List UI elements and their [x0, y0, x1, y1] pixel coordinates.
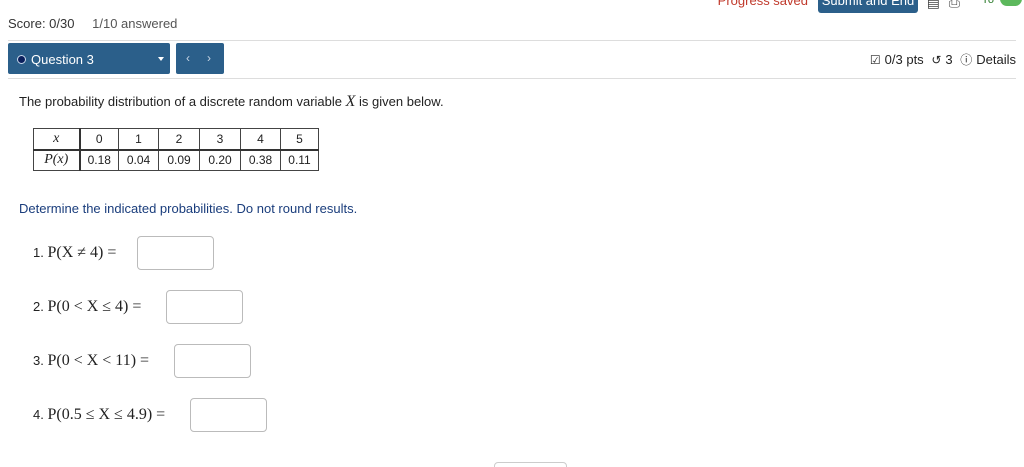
toggle-label: Yo	[981, 0, 994, 6]
answer-input-4[interactable]	[190, 398, 267, 432]
table-cell: 1	[118, 128, 159, 151]
question-meta: ☑ 0/3 pts ↺ 3 ⓘ Details	[866, 51, 1016, 68]
question-prompt: The probability distribution of a discre…	[19, 93, 444, 110]
row-header-x: x	[33, 128, 81, 151]
question-item-2: 2. P(0 < X ≤ 4) =	[33, 298, 142, 315]
status-dot-icon	[17, 55, 26, 64]
submit-and-end-button[interactable]: Submit and End	[818, 0, 918, 13]
divider	[8, 78, 1016, 79]
bottom-button-stub[interactable]	[494, 462, 567, 467]
table-row: x 0 1 2 3 4 5	[33, 128, 319, 151]
chevron-down-icon	[158, 57, 164, 61]
answered-count: 1/10 answered	[92, 16, 178, 31]
answer-input-3[interactable]	[174, 344, 251, 378]
toggle-switch[interactable]	[1000, 0, 1022, 6]
question-item-3: 3. P(0 < X < 11) =	[33, 352, 150, 369]
checkbox-icon: ☑	[869, 53, 881, 67]
question-nav-buttons: ‹ ›	[176, 43, 224, 74]
table-cell: 0.04	[118, 149, 159, 171]
previous-question-button[interactable]: ‹	[186, 51, 190, 65]
question-expression: P(0.5 ≤ X ≤ 4.9) =	[47, 406, 166, 423]
top-toolbar: Progress saved Submit and End ▤ ⎙ Yo	[0, 0, 1024, 14]
table-cell: 5	[280, 128, 319, 151]
score-line: Score: 0/30 1/10 answered	[8, 16, 177, 31]
table-cell: 0	[79, 128, 119, 151]
retry-icon: ↺	[931, 53, 942, 67]
next-question-button[interactable]: ›	[207, 51, 211, 65]
table-row: P(x) 0.18 0.04 0.09 0.20 0.38 0.11	[33, 149, 319, 171]
question-select[interactable]: Question 3	[8, 43, 170, 74]
table-cell: 3	[199, 128, 241, 151]
answer-input-1[interactable]	[137, 236, 214, 270]
table-cell: 0.20	[199, 149, 241, 171]
table-cell: 4	[240, 128, 281, 151]
row-header-px: P(x)	[33, 149, 81, 171]
question-expression: P(0 < X < 11) =	[47, 352, 150, 369]
probability-table: x 0 1 2 3 4 5 P(x) 0.18 0.04 0.09 0.20 0…	[33, 128, 319, 171]
answer-input-2[interactable]	[166, 290, 243, 324]
table-cell: 2	[158, 128, 200, 151]
question-expression: P(0 < X ≤ 4) =	[47, 298, 142, 315]
instruction-text: Determine the indicated probabilities. D…	[19, 201, 358, 216]
info-icon[interactable]: ⓘ	[960, 51, 972, 68]
question-item-1: 1. P(X ≠ 4) =	[33, 244, 117, 261]
table-cell: 0.38	[240, 149, 281, 171]
table-cell: 0.18	[79, 149, 119, 171]
question-expression: P(X ≠ 4) =	[47, 244, 117, 261]
question-select-label: Question 3	[31, 52, 94, 67]
table-cell: 0.11	[280, 149, 319, 171]
document-icon[interactable]: ▤	[927, 0, 940, 11]
score-text: Score: 0/30	[8, 16, 75, 31]
progress-saved-status: Progress saved	[717, 0, 808, 8]
question-item-4: 4. P(0.5 ≤ X ≤ 4.9) =	[33, 406, 166, 423]
details-link[interactable]: Details	[976, 52, 1016, 67]
points-text: 0/3 pts	[884, 52, 924, 67]
divider	[8, 40, 1016, 41]
print-icon[interactable]: ⎙	[949, 0, 960, 11]
attempts-text: 3	[945, 52, 953, 67]
table-cell: 0.09	[158, 149, 200, 171]
